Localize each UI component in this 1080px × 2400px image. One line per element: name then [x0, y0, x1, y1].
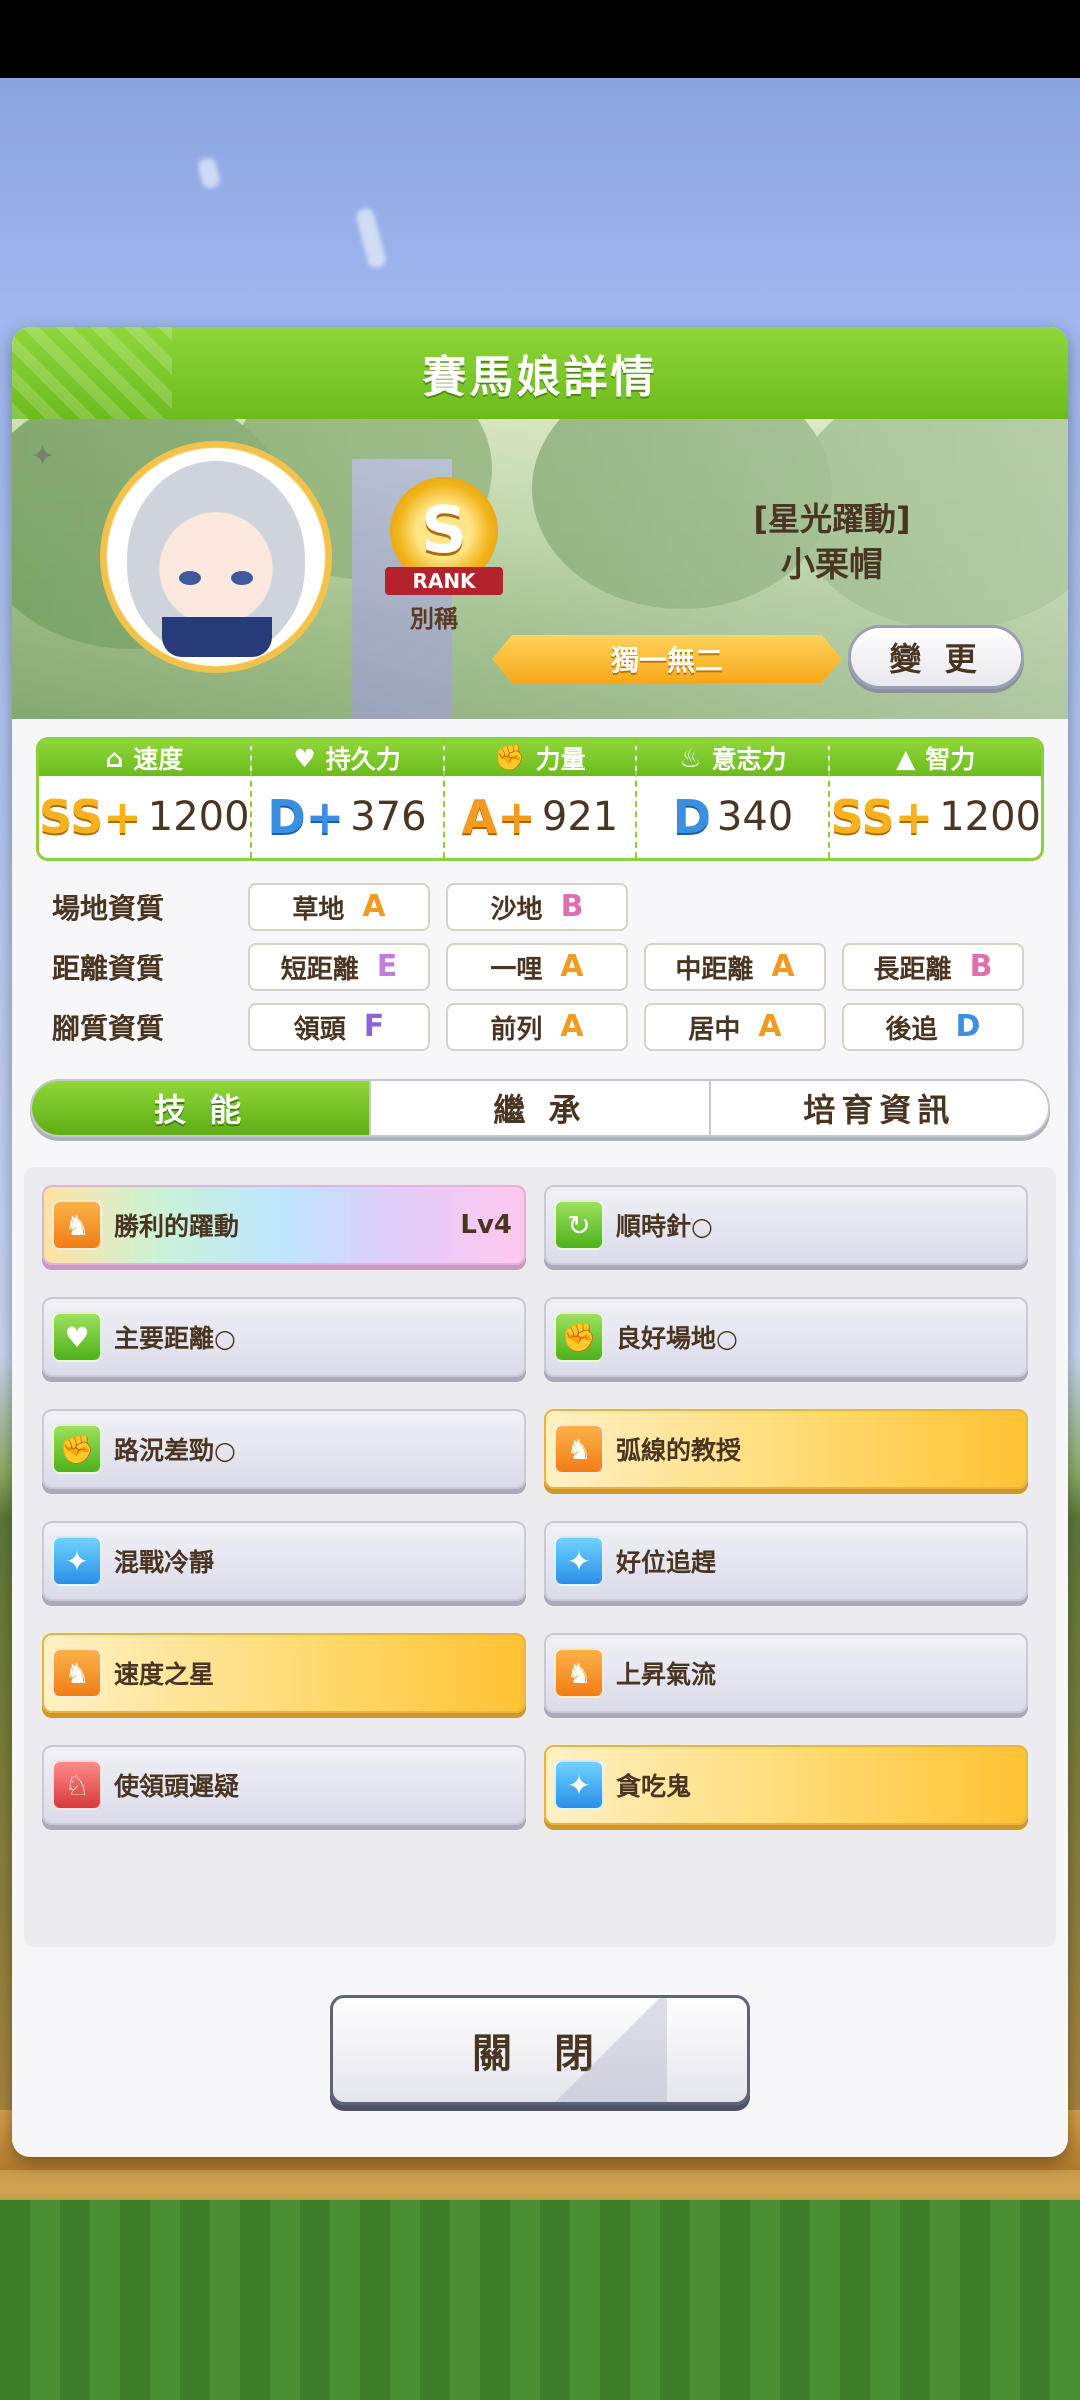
aptitude-label: 腳質資質	[52, 1012, 165, 1045]
aptitude-chip: 中距離 A	[644, 943, 826, 991]
arm-icon: ✊	[52, 1424, 102, 1474]
sparkle-effect	[196, 156, 222, 190]
stats-panel: ⌂ 速度 SS+ 1200 ♥ 持久力 D+ 376 ✊ 力量 A+ 921 ♨ 意志力 D3…	[36, 737, 1044, 861]
arm-icon: ✊	[554, 1312, 604, 1362]
aptitude-chip: 領頭 F	[248, 1003, 430, 1051]
skill-item[interactable]: ✦ 混戰冷靜	[42, 1521, 526, 1601]
uma-detail-dialog: 賽馬娘詳情 ✦ S RANK 別稱 [星光躍動] 小栗帽 獨一無二 變 更 ⌂ 速…	[12, 327, 1068, 2157]
stat-grade: D	[672, 790, 711, 844]
horse-debuff-icon: ♘	[52, 1760, 102, 1810]
skill-item[interactable]: ♘ 使領頭遲疑	[42, 1745, 526, 1825]
aptitude-chip: 一哩 A	[446, 943, 628, 991]
status-bar	[0, 0, 1080, 78]
skill-name: 勝利的躍動	[114, 1212, 240, 1241]
skill-item[interactable]: ♞ 勝利的躍動 Lv4	[42, 1185, 526, 1265]
running-horse-icon: ♞	[52, 1648, 102, 1698]
dialog-title: 賽馬娘詳情	[422, 352, 658, 403]
sparkle-icon: ✦	[554, 1536, 604, 1586]
heart-icon: ♥	[52, 1312, 102, 1362]
skill-name: 好位追趕	[616, 1548, 717, 1577]
stat-value: 1200	[939, 794, 1041, 840]
sparkle-icon: ✦	[52, 1536, 102, 1586]
tab-skills[interactable]: 技 能	[32, 1081, 372, 1135]
sparkle-effect	[354, 206, 388, 270]
skill-item[interactable]: ♞ 速度之星	[42, 1633, 526, 1713]
rank-caption: 別稱	[410, 605, 458, 633]
stat-grade: A+	[461, 790, 536, 844]
skill-item[interactable]: ♞ 弧線的教授	[544, 1409, 1028, 1489]
background-grass	[0, 2200, 1080, 2400]
skill-item[interactable]: ♞ 上昇氣流	[544, 1633, 1028, 1713]
carrot-icon: ✦	[30, 439, 56, 474]
stat-speed: ⌂ 速度 SS+ 1200	[39, 740, 252, 858]
stat-stamina: ♥ 持久力 D+ 376	[251, 740, 445, 858]
shoe-icon: ⌂	[105, 743, 124, 773]
stat-value: 1200	[147, 794, 250, 840]
graduation-cap-icon: ▲	[896, 743, 916, 773]
skill-name: 弧線的教授	[616, 1436, 742, 1465]
skill-item[interactable]: ✦ 好位追趕	[544, 1521, 1028, 1601]
skill-level: Lv4	[460, 1210, 512, 1240]
stat-guts: ♨ 意志力 D 340	[637, 740, 831, 858]
arm-icon: ✊	[494, 743, 526, 772]
skills-list: ♞ 勝利的躍動 Lv4 ↻ 順時針○ ♥ 主要距離○ ✊ 良好場地○ ✊ 路況差勁○ ♞ 弧線的教授 ✦ 混…	[24, 1167, 1056, 1947]
aptitude-chip: 沙地 B	[446, 883, 628, 931]
stat-grade: SS+	[39, 790, 142, 844]
flame-icon: ♨	[679, 743, 702, 773]
stat-wisdom: ▲ 智力 SS+ 1200	[830, 740, 1041, 858]
aptitude-label: 距離資質	[52, 952, 165, 985]
uma-name: 小栗帽	[781, 545, 883, 585]
aptitude-track-row: 場地資質 草地 A 沙地 B	[52, 883, 644, 931]
skill-item[interactable]: ✊ 良好場地○	[544, 1297, 1028, 1377]
running-horse-icon: ♞	[554, 1648, 604, 1698]
aptitude-chip: 後追 D	[842, 1003, 1024, 1051]
skill-name: 主要距離○	[114, 1324, 236, 1353]
rank-letter: S	[420, 494, 468, 568]
skill-name: 使領頭遲疑	[114, 1772, 240, 1801]
skill-name: 貪吃鬼	[616, 1772, 692, 1801]
detail-tabs: 技 能 繼 承 培育資訊	[30, 1079, 1050, 1137]
stat-grade: SS+	[830, 790, 934, 844]
skill-name: 路況差勁○	[114, 1436, 236, 1465]
close-button[interactable]: 關 閉	[330, 1995, 750, 2105]
stat-grade: D+	[267, 790, 345, 844]
stat-value: 340	[716, 794, 794, 840]
skill-item[interactable]: ✊ 路況差勁○	[42, 1409, 526, 1489]
outfit-title: [星光躍動]	[753, 500, 911, 538]
aptitude-label: 場地資質	[52, 892, 165, 925]
running-horse-icon: ♞	[554, 1424, 604, 1474]
skill-name: 速度之星	[114, 1660, 215, 1689]
stat-power: ✊ 力量 A+ 921	[444, 740, 638, 858]
aptitude-chip: 短距離 E	[248, 943, 430, 991]
tab-training-info[interactable]: 培育資訊	[711, 1081, 1048, 1135]
clockwise-icon: ↻	[554, 1200, 604, 1250]
skill-name: 混戰冷靜	[114, 1548, 215, 1577]
stat-value: 376	[350, 794, 427, 840]
aptitude-chip: 草地 A	[248, 883, 430, 931]
epithet-banner: 獨一無二	[492, 635, 842, 683]
dialog-header: 賽馬娘詳情	[12, 327, 1068, 419]
avatar-collar	[162, 617, 272, 657]
aptitude-chip: 居中 A	[644, 1003, 826, 1051]
tab-inheritance[interactable]: 繼 承	[371, 1081, 711, 1135]
change-epithet-button[interactable]: 變 更	[848, 625, 1024, 689]
heart-icon: ♥	[293, 743, 316, 773]
aptitude-chip: 長距離 B	[842, 943, 1024, 991]
sparkle-icon: ✦	[554, 1760, 604, 1810]
aptitude-style-row: 腳質資質 領頭 F 前列 A 居中 A 後追 D	[52, 1003, 1040, 1051]
skill-name: 上昇氣流	[616, 1660, 717, 1689]
aptitude-chip: 前列 A	[446, 1003, 628, 1051]
aptitude-distance-row: 距離資質 短距離 E 一哩 A 中距離 A 長距離 B	[52, 943, 1040, 991]
skill-name: 良好場地○	[616, 1324, 738, 1353]
profile-banner: ✦ S RANK 別稱 [星光躍動] 小栗帽 獨一無二 變 更	[12, 419, 1068, 719]
rank-ribbon: RANK	[385, 567, 503, 595]
stat-value: 921	[541, 794, 619, 840]
skill-name: 順時針○	[616, 1212, 713, 1241]
skill-item[interactable]: ↻ 順時針○	[544, 1185, 1028, 1265]
running-horse-icon: ♞	[52, 1200, 102, 1250]
skill-item[interactable]: ♥ 主要距離○	[42, 1297, 526, 1377]
skill-item[interactable]: ✦ 貪吃鬼	[544, 1745, 1028, 1825]
